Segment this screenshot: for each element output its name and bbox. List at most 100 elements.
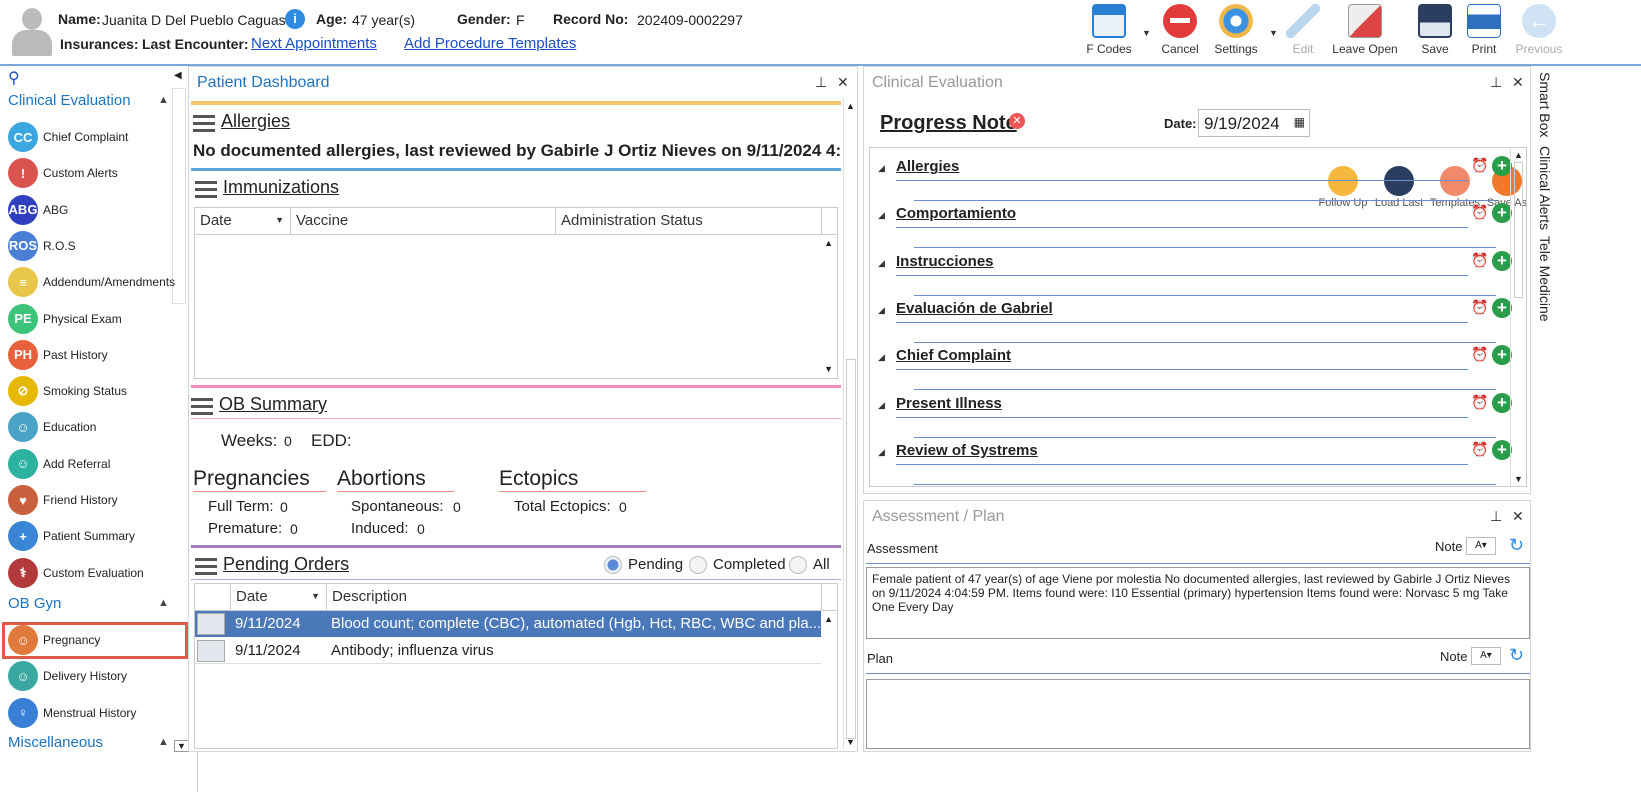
add-icon[interactable]: +: [1492, 392, 1512, 413]
section-title[interactable]: Instrucciones: [896, 253, 994, 270]
date-input[interactable]: 9/19/2024 ▦: [1198, 109, 1310, 137]
search-icon[interactable]: ⚲: [8, 68, 20, 88]
note-section[interactable]: ◢ Comportamiento ⏰ +: [878, 203, 1512, 249]
sidebar-item-patient-summary[interactable]: + Patient Summary: [8, 519, 188, 553]
radio-icon[interactable]: [689, 556, 707, 575]
scroll-down-icon[interactable]: ▼: [174, 740, 189, 752]
section-title[interactable]: Chief Complaint: [896, 347, 1011, 364]
note-section[interactable]: ◢ Evaluación de Gabriel ⏰ +: [878, 297, 1512, 343]
section-title[interactable]: Comportamiento: [896, 205, 1016, 222]
sidebar-item-friend-history[interactable]: ♥ Friend History: [8, 483, 188, 517]
menu-icon[interactable]: [195, 180, 217, 199]
remove-note-icon[interactable]: ✕: [1009, 113, 1025, 129]
pending-orders-header[interactable]: Pending Orders: [195, 554, 349, 576]
tab-tele-medicine[interactable]: Tele Medicine: [1537, 236, 1553, 322]
section-title[interactable]: Review of Systrems: [896, 442, 1038, 459]
expand-icon[interactable]: ◢: [878, 400, 885, 411]
note-section[interactable]: ◢ Chief Complaint ⏰ +: [878, 345, 1512, 391]
tab-smart-box[interactable]: Smart Box: [1537, 72, 1553, 137]
sidebar-item-delivery-history[interactable]: ☺ Delivery History: [8, 659, 188, 693]
expand-icon[interactable]: ◢: [878, 258, 885, 269]
section-title[interactable]: Present Illness: [896, 395, 1002, 412]
ob-summary-header[interactable]: OB Summary: [191, 394, 327, 416]
immunizations-header[interactable]: Immunizations: [195, 177, 339, 199]
radio-icon[interactable]: [789, 556, 807, 575]
chevron-up-icon[interactable]: ▲: [158, 736, 169, 748]
column-select[interactable]: [195, 584, 231, 610]
pin-icon[interactable]: ⊥: [815, 74, 827, 91]
alarm-clock-icon[interactable]: ⏰: [1471, 346, 1488, 363]
column-date[interactable]: Date ▼: [231, 584, 327, 610]
sidebar-item-addendum-amendments[interactable]: ≡ Addendum/Amendments: [8, 265, 188, 299]
add-icon[interactable]: +: [1492, 439, 1512, 460]
expand-icon[interactable]: ◢: [878, 352, 885, 363]
section-ob-gyn[interactable]: OB Gyn ▲: [8, 595, 178, 612]
refresh-icon[interactable]: ↻: [1509, 645, 1524, 666]
plan-format-dropdown[interactable]: A▾: [1471, 647, 1501, 665]
close-icon[interactable]: ✕: [837, 74, 849, 91]
pin-icon[interactable]: ⊥: [1490, 74, 1502, 91]
alarm-clock-icon[interactable]: ⏰: [1471, 299, 1488, 316]
add-icon[interactable]: +: [1492, 345, 1512, 366]
sidebar-item-custom-evaluation[interactable]: ⚕ Custom Evaluation: [8, 556, 188, 590]
sidebar-item-education[interactable]: ☺ Education: [8, 410, 188, 444]
row-checkbox[interactable]: [197, 640, 225, 662]
sidebar-item-r-o-s[interactable]: ROS R.O.S: [8, 229, 188, 263]
chevron-up-icon[interactable]: ▲: [158, 597, 169, 609]
chevron-up-icon[interactable]: ▲: [158, 94, 169, 106]
alarm-clock-icon[interactable]: ⏰: [1471, 204, 1488, 221]
allergies-header[interactable]: Allergies: [193, 111, 290, 133]
sidebar-item-pregnancy[interactable]: ☺ Pregnancy: [8, 623, 188, 657]
expand-icon[interactable]: ◢: [878, 305, 885, 316]
tab-clinical-alerts[interactable]: Clinical Alerts: [1537, 146, 1553, 230]
info-icon[interactable]: i: [285, 9, 305, 29]
column-date[interactable]: Date ▼: [195, 208, 291, 234]
alarm-clock-icon[interactable]: ⏰: [1471, 394, 1488, 411]
menu-icon[interactable]: [193, 114, 215, 133]
alarm-clock-icon[interactable]: ⏰: [1471, 157, 1488, 174]
section-miscellaneous[interactable]: Miscellaneous ▲: [8, 734, 178, 751]
column-vaccine[interactable]: Vaccine: [291, 208, 556, 234]
add-procedure-templates-link[interactable]: Add Procedure Templates: [404, 35, 576, 52]
note-format-dropdown[interactable]: A▾: [1466, 537, 1496, 555]
scroll-up-icon[interactable]: ▲: [824, 238, 833, 248]
column-description[interactable]: Description: [327, 584, 822, 610]
sidebar-item-abg[interactable]: ABG ABG: [8, 193, 188, 227]
settings-button[interactable]: Settings: [1208, 4, 1264, 56]
add-icon[interactable]: +: [1492, 156, 1512, 176]
note-section[interactable]: ◢ Review of Systrems ⏰ +: [878, 439, 1512, 485]
expand-icon[interactable]: ◢: [878, 447, 885, 458]
plan-textarea[interactable]: [866, 679, 1530, 749]
scroll-down-icon[interactable]: ▼: [824, 364, 833, 374]
save-button[interactable]: Save: [1407, 4, 1463, 56]
section-title[interactable]: Allergies: [896, 158, 959, 175]
edit-button[interactable]: Edit: [1275, 4, 1331, 56]
assessment-textarea[interactable]: Female patient of 47 year(s) of age Vien…: [866, 567, 1530, 639]
alarm-clock-icon[interactable]: ⏰: [1471, 252, 1488, 269]
scroll-up-icon[interactable]: ▲: [824, 614, 833, 624]
pin-icon[interactable]: ⊥: [1490, 508, 1502, 525]
sections-scrollbar[interactable]: ▲ ▼: [1510, 148, 1526, 486]
calendar-icon[interactable]: ▦: [1294, 115, 1305, 129]
radio-icon[interactable]: [604, 556, 622, 575]
expand-icon[interactable]: ◢: [878, 163, 885, 174]
sidebar-item-smoking-status[interactable]: ⊘ Smoking Status: [8, 374, 188, 408]
add-icon[interactable]: +: [1492, 203, 1512, 224]
sidebar-item-physical-exam[interactable]: PE Physical Exam: [8, 302, 188, 336]
filter-all[interactable]: All: [789, 556, 830, 575]
section-title[interactable]: Evaluación de Gabriel: [896, 300, 1053, 317]
sidebar-item-past-history[interactable]: PH Past History: [8, 338, 188, 372]
note-section[interactable]: ◢ Present Illness ⏰ +: [878, 392, 1512, 438]
row-checkbox[interactable]: [197, 613, 225, 635]
dashboard-scrollbar[interactable]: ▲ ▼: [843, 99, 857, 749]
collapse-sidebar-icon[interactable]: ◀: [174, 70, 182, 81]
sidebar-item-custom-alerts[interactable]: ! Custom Alerts: [8, 156, 188, 190]
sidebar-item-menstrual-history[interactable]: ♀ Menstrual History: [8, 696, 188, 730]
next-appointments-link[interactable]: Next Appointments: [251, 35, 377, 52]
leave-open-button[interactable]: Leave Open: [1332, 4, 1398, 56]
note-section[interactable]: ◢ Allergies ⏰ +: [878, 156, 1512, 201]
table-row[interactable]: 9/11/2024 Antibody; influenza virus: [195, 638, 821, 664]
refresh-icon[interactable]: ↻: [1509, 535, 1524, 556]
filter-completed[interactable]: Completed: [689, 556, 786, 575]
filter-pending[interactable]: Pending: [604, 556, 683, 575]
